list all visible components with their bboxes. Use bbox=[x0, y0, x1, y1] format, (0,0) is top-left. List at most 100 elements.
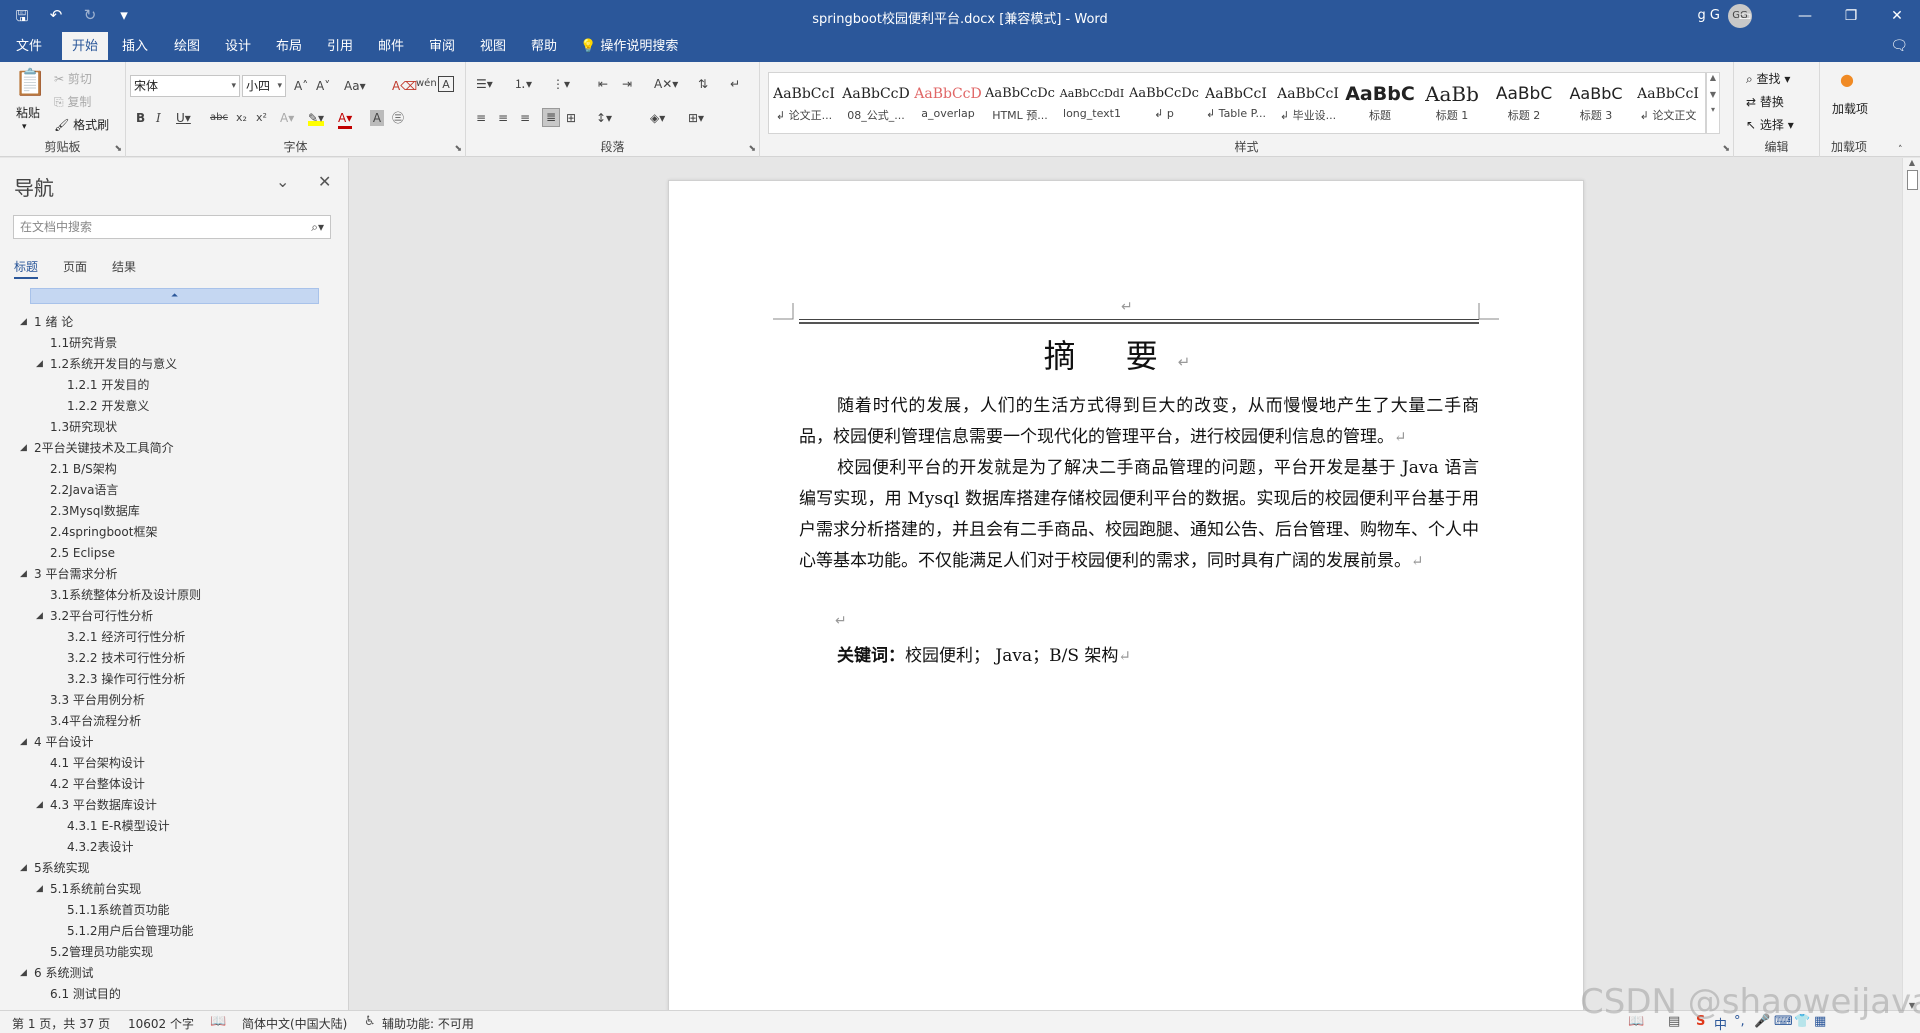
change-case-icon[interactable]: Aa▾ bbox=[344, 78, 366, 94]
font-launcher-icon[interactable]: ⬊ bbox=[454, 144, 462, 154]
nav-heading-item[interactable]: 3.2.2 技术可行性分析 bbox=[67, 649, 185, 667]
chinese-layout-icon[interactable]: A✕▾ bbox=[654, 76, 678, 92]
user-name[interactable]: g G bbox=[1698, 8, 1720, 23]
styles-launcher-icon[interactable]: ⬊ bbox=[1722, 144, 1730, 154]
nav-heading-item[interactable]: ◢ 1.2系统开发目的与意义 bbox=[36, 355, 177, 373]
minimize-icon[interactable]: — bbox=[1782, 0, 1828, 32]
style-item[interactable]: AaBbC 标题 3 bbox=[1561, 73, 1631, 133]
expand-triangle-icon[interactable]: ◢ bbox=[20, 733, 27, 751]
show-marks-icon[interactable]: ↵ bbox=[730, 76, 740, 92]
numbering-icon[interactable]: ⒈▾ bbox=[514, 76, 532, 92]
tab-help[interactable]: 帮助 bbox=[523, 32, 565, 62]
shrink-font-icon[interactable]: A˅ bbox=[316, 78, 330, 94]
style-item[interactable]: AaBbCcI ↲ 论文正文 bbox=[1633, 73, 1703, 133]
expand-triangle-icon[interactable]: ◢ bbox=[36, 880, 43, 898]
collapse-ribbon-icon[interactable]: ˄ bbox=[1898, 142, 1903, 158]
bold-icon[interactable]: B bbox=[136, 110, 145, 126]
paragraph-launcher-icon[interactable]: ⬊ bbox=[748, 144, 756, 154]
shading-icon[interactable]: ◈▾ bbox=[650, 110, 665, 126]
expand-triangle-icon[interactable]: ◢ bbox=[20, 313, 27, 331]
char-border-icon[interactable]: A bbox=[438, 76, 454, 92]
tell-me-search[interactable]: 💡 操作说明搜索 bbox=[580, 32, 678, 62]
nav-heading-item[interactable]: 3.3 平台用例分析 bbox=[50, 691, 145, 709]
line-spacing-icon[interactable]: ↕▾ bbox=[596, 110, 612, 126]
tab-draw[interactable]: 绘图 bbox=[166, 32, 208, 62]
paste-button[interactable]: 粘贴 bbox=[16, 104, 40, 121]
nav-heading-item[interactable]: 1.3研究现状 bbox=[50, 418, 117, 436]
paste-icon[interactable]: 📋 bbox=[14, 68, 46, 98]
sort-icon[interactable]: ⇅ bbox=[698, 76, 708, 92]
word-count[interactable]: 10602 个字 bbox=[128, 1015, 194, 1032]
subscript-icon[interactable]: x₂ bbox=[236, 110, 247, 126]
nav-heading-item[interactable]: 3.4平台流程分析 bbox=[50, 712, 141, 730]
style-item[interactable]: AaBbCcDc HTML 预... bbox=[985, 73, 1055, 133]
nav-heading-item[interactable]: 4.3.1 E-R模型设计 bbox=[67, 817, 170, 835]
text-effects-icon[interactable]: A▾ bbox=[280, 110, 294, 126]
tab-home[interactable]: 开始 bbox=[62, 32, 108, 62]
nav-heading-item[interactable]: 6.1 测试目的 bbox=[50, 985, 121, 1003]
style-item[interactable]: AaBbCcI ↲ Table P... bbox=[1201, 73, 1271, 133]
replace-button[interactable]: ⇄ 替换 bbox=[1746, 93, 1784, 110]
nav-heading-item[interactable]: 2.3Mysql数据库 bbox=[50, 502, 140, 520]
tab-view[interactable]: 视图 bbox=[472, 32, 514, 62]
tab-design[interactable]: 设计 bbox=[217, 32, 259, 62]
nav-heading-item[interactable]: 3.1系统整体分析及设计原则 bbox=[50, 586, 201, 604]
expand-triangle-icon[interactable]: ◢ bbox=[36, 607, 43, 625]
nav-heading-item[interactable]: ◢ 1 绪 论 bbox=[20, 313, 73, 331]
style-item[interactable]: AaBbC 标题 2 bbox=[1489, 73, 1559, 133]
nav-heading-item[interactable]: ◢ 5系统实现 bbox=[20, 859, 90, 877]
scroll-thumb[interactable] bbox=[1907, 170, 1918, 190]
style-item[interactable]: AaBbCcD 08_公式_... bbox=[841, 73, 911, 133]
accessibility-icon[interactable]: ♿ bbox=[364, 1014, 376, 1029]
increase-indent-icon[interactable]: ⇥ bbox=[622, 76, 632, 92]
close-icon[interactable]: ✕ bbox=[1874, 0, 1920, 32]
page-count[interactable]: 第 1 页，共 37 页 bbox=[12, 1015, 110, 1032]
enclose-chars-icon[interactable]: ㊂ bbox=[392, 110, 404, 126]
nav-heading-item[interactable]: 1.1研究背景 bbox=[50, 334, 117, 352]
style-item[interactable]: AaBbCcD a_overlap bbox=[913, 73, 983, 133]
expand-triangle-icon[interactable]: ◢ bbox=[36, 355, 43, 373]
language-status[interactable]: 简体中文(中国大陆) bbox=[242, 1015, 347, 1032]
ribbon-display-icon[interactable]: ▭ bbox=[1722, 0, 1768, 32]
grow-font-icon[interactable]: A˄ bbox=[294, 78, 308, 94]
expand-triangle-icon[interactable]: ◢ bbox=[20, 964, 27, 982]
nav-options-icon[interactable]: ⌄ bbox=[276, 172, 289, 191]
nav-heading-item[interactable]: 2.2Java语言 bbox=[50, 481, 118, 499]
font-name-select[interactable]: 宋体 ▾ bbox=[130, 75, 240, 97]
paste-dropdown-icon[interactable]: ▾ bbox=[22, 122, 27, 132]
nav-close-icon[interactable]: ✕ bbox=[318, 172, 331, 191]
nav-search-input[interactable]: 在文档中搜索 ⌕▾ bbox=[13, 215, 331, 239]
strikethrough-icon[interactable]: abc bbox=[210, 110, 228, 126]
nav-heading-item[interactable]: 3.2.1 经济可行性分析 bbox=[67, 628, 185, 646]
format-painter-button[interactable]: 🖌 格式刷 bbox=[54, 116, 109, 133]
vertical-scrollbar[interactable]: ▲ ▼ bbox=[1902, 158, 1920, 1010]
nav-heading-item[interactable]: 1.2.2 开发意义 bbox=[67, 397, 149, 415]
document-area[interactable]: ↵ 摘 要↵ 随着时代的发展，人们的生活方式得到巨大的改变，从而慢慢地产生了大量… bbox=[350, 158, 1902, 1010]
nav-heading-item[interactable]: 4.2 平台整体设计 bbox=[50, 775, 145, 793]
nav-heading-item[interactable]: 4.3.2表设计 bbox=[67, 838, 134, 856]
nav-heading-item[interactable]: 5.1.2用户后台管理功能 bbox=[67, 922, 194, 940]
multilevel-list-icon[interactable]: ⋮▾ bbox=[552, 76, 570, 92]
expand-triangle-icon[interactable]: ◢ bbox=[20, 439, 27, 457]
style-item[interactable]: AaBbC 标题 bbox=[1345, 73, 1415, 133]
justify-icon[interactable]: ≣ bbox=[542, 108, 560, 127]
style-item[interactable]: AaBbCcDc ↲ p bbox=[1129, 73, 1199, 133]
nav-tab-headings[interactable]: 标题 bbox=[14, 258, 39, 279]
document-page[interactable]: ↵ 摘 要↵ 随着时代的发展，人们的生活方式得到巨大的改变，从而慢慢地产生了大量… bbox=[668, 180, 1584, 1010]
select-button[interactable]: ↖ 选择 ▾ bbox=[1746, 116, 1794, 133]
style-item[interactable]: AaBbCcDdI long_text1 bbox=[1057, 73, 1127, 133]
align-right-icon[interactable]: ≡ bbox=[520, 110, 530, 126]
style-item[interactable]: AaBbCcI ↲ 论文正... bbox=[769, 73, 839, 133]
nav-tab-results[interactable]: 结果 bbox=[112, 258, 136, 275]
nav-heading-item[interactable]: 4.1 平台架构设计 bbox=[50, 754, 145, 772]
tab-references[interactable]: 引用 bbox=[319, 32, 361, 62]
nav-heading-item[interactable]: ◢ 6 系统测试 bbox=[20, 964, 93, 982]
tab-insert[interactable]: 插入 bbox=[114, 32, 156, 62]
expand-triangle-icon[interactable]: ◢ bbox=[20, 565, 27, 583]
nav-heading-item[interactable]: 5.2管理员功能实现 bbox=[50, 943, 153, 961]
distributed-icon[interactable]: ⊞ bbox=[566, 110, 576, 126]
char-shading-icon[interactable]: A bbox=[370, 110, 384, 126]
expand-triangle-icon[interactable]: ◢ bbox=[36, 796, 43, 814]
style-item[interactable]: AaBb 标题 1 bbox=[1417, 73, 1487, 133]
nav-heading-item[interactable]: ◢ 3 平台需求分析 bbox=[20, 565, 117, 583]
